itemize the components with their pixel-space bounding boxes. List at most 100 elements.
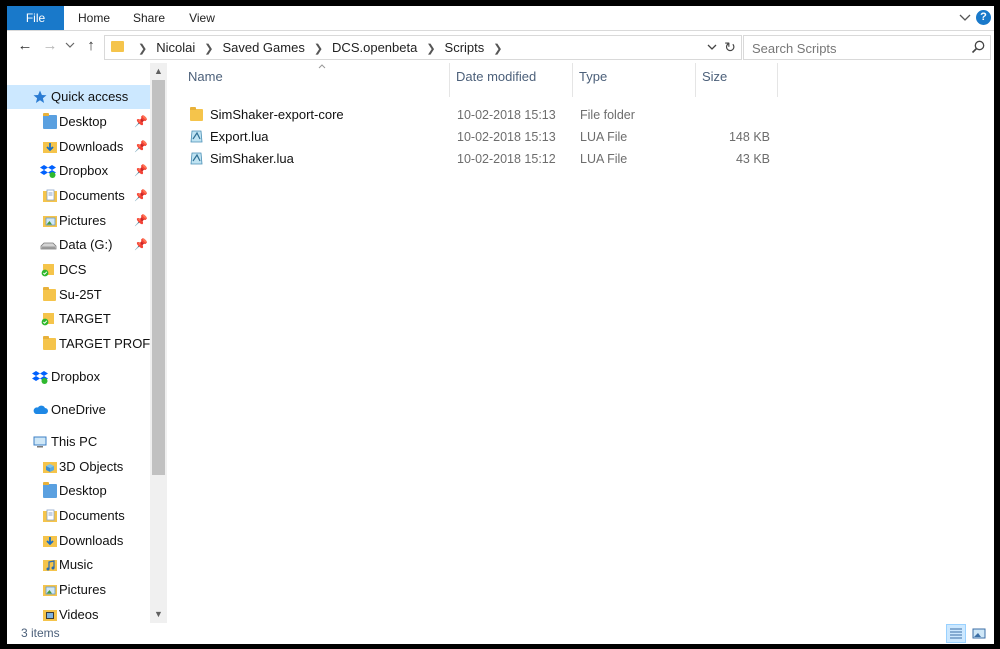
breadcrumb-item-dcs-openbeta[interactable]: DCS.openbeta xyxy=(332,40,417,55)
music-folder-icon xyxy=(43,560,57,571)
navigation-tree: Quick access Desktop 📌 Downloads 📌 Dropb… xyxy=(7,63,150,623)
file-row[interactable]: SimShaker.lua 10-02-2018 15:12 LUA File … xyxy=(189,148,789,170)
tab-share[interactable]: Share xyxy=(125,6,173,30)
address-bar[interactable]: ❯ Nicolai ❯ Saved Games ❯ DCS.openbeta ❯ Script… xyxy=(104,35,742,60)
folder-icon xyxy=(111,41,124,52)
address-row: ← → ↑ ❯ Nicolai ❯ Saved Games ❯ DCS.openbeta ❯… xyxy=(7,31,994,62)
nav-item-this-pc-pictures[interactable]: Pictures xyxy=(7,578,150,602)
nav-item-quick-access[interactable]: Quick access xyxy=(7,85,150,109)
column-header-name[interactable]: Name xyxy=(188,63,450,97)
nav-item-dropbox[interactable]: Dropbox xyxy=(7,365,150,389)
file-row[interactable]: Export.lua 10-02-2018 15:13 LUA File 148… xyxy=(189,126,789,148)
documents-folder-icon xyxy=(43,509,57,522)
file-row[interactable]: SimShaker-export-core 10-02-2018 15:13 F… xyxy=(189,104,789,126)
back-arrow-icon[interactable]: ← xyxy=(16,37,34,55)
column-divider[interactable] xyxy=(572,63,573,97)
pin-icon[interactable]: 📌 xyxy=(134,140,148,154)
pictures-folder-icon xyxy=(43,216,57,227)
item-count: 3 items xyxy=(21,626,60,640)
pin-icon[interactable]: 📌 xyxy=(134,164,148,178)
nav-item-this-pc-downloads[interactable]: Downloads xyxy=(7,529,150,553)
nav-item-videos[interactable]: Videos xyxy=(7,603,150,623)
column-header-date-modified[interactable]: Date modified xyxy=(456,63,571,97)
desktop-folder-icon xyxy=(43,113,57,129)
nav-item-dcs[interactable]: DCS xyxy=(7,258,150,282)
breadcrumb-chevron-icon[interactable]: ❯ xyxy=(204,43,213,55)
synced-folder-icon xyxy=(41,313,54,326)
search-box[interactable] xyxy=(743,35,991,60)
folder-icon xyxy=(190,107,203,121)
details-view-icon xyxy=(950,628,962,639)
details-view-button[interactable] xyxy=(946,624,966,643)
status-bar: 3 items xyxy=(7,623,994,644)
tab-file[interactable]: File xyxy=(7,6,64,30)
nav-item-onedrive[interactable]: OneDrive xyxy=(7,398,150,422)
help-icon[interactable]: ? xyxy=(976,10,991,25)
column-header-type[interactable]: Type xyxy=(579,63,694,97)
computer-icon xyxy=(33,436,47,448)
nav-item-downloads[interactable]: Downloads 📌 xyxy=(7,135,150,159)
up-arrow-icon[interactable]: ↑ xyxy=(82,37,100,55)
videos-folder-icon xyxy=(43,610,57,621)
search-icon[interactable] xyxy=(970,39,986,55)
column-divider[interactable] xyxy=(449,63,450,97)
column-header-size[interactable]: Size xyxy=(702,63,777,97)
navigation-scrollbar[interactable]: ▲ ▼ xyxy=(150,63,167,623)
column-divider[interactable] xyxy=(777,63,778,97)
ribbon: File Home Share View ? xyxy=(7,6,994,31)
pin-icon[interactable]: 📌 xyxy=(134,189,148,203)
breadcrumb-item-scripts[interactable]: Scripts xyxy=(445,40,485,55)
nav-item-dropbox-quick[interactable]: Dropbox 📌 xyxy=(7,159,150,183)
synced-folder-icon xyxy=(41,264,54,277)
breadcrumb-chevron-icon[interactable]: ❯ xyxy=(426,43,435,55)
breadcrumb-chevron-icon[interactable]: ❯ xyxy=(314,43,323,55)
pin-icon[interactable]: 📌 xyxy=(134,115,148,129)
forward-arrow-icon[interactable]: → xyxy=(41,37,59,55)
nav-item-pictures[interactable]: Pictures 📌 xyxy=(7,209,150,233)
pictures-folder-icon xyxy=(43,585,57,596)
nav-item-target-profiles[interactable]: TARGET PROFILES xyxy=(7,332,150,356)
nav-item-this-pc-desktop[interactable]: Desktop xyxy=(7,479,150,503)
lua-file-icon xyxy=(190,130,203,143)
address-history-dropdown-icon[interactable] xyxy=(705,40,719,54)
nav-item-music[interactable]: Music xyxy=(7,553,150,577)
breadcrumb-item-nicolai[interactable]: Nicolai xyxy=(156,40,195,55)
nav-item-this-pc[interactable]: This PC xyxy=(7,430,150,454)
nav-item-su-25t[interactable]: Su-25T xyxy=(7,283,150,307)
folder-icon xyxy=(43,287,56,301)
drive-icon xyxy=(40,242,57,250)
tab-home[interactable]: Home xyxy=(69,6,119,30)
scrollbar-thumb[interactable] xyxy=(152,80,165,475)
breadcrumb: ❯ Nicolai ❯ Saved Games ❯ DCS.openbeta ❯ Script… xyxy=(129,36,512,59)
breadcrumb-item-saved-games[interactable]: Saved Games xyxy=(222,40,304,55)
nav-item-3d-objects[interactable]: 3D Objects xyxy=(7,455,150,479)
3d-objects-folder-icon xyxy=(43,462,57,473)
nav-item-desktop[interactable]: Desktop 📌 xyxy=(7,110,150,134)
nav-item-documents[interactable]: Documents 📌 xyxy=(7,184,150,208)
documents-folder-icon xyxy=(43,189,57,202)
refresh-icon[interactable]: ↻ xyxy=(722,38,738,56)
scroll-up-icon[interactable]: ▲ xyxy=(150,63,167,80)
downloads-folder-icon xyxy=(43,142,57,153)
column-divider[interactable] xyxy=(695,63,696,97)
file-list-pane: Name Date modified Type Size SimShaker-e… xyxy=(167,63,994,623)
navigation-pane: Quick access Desktop 📌 Downloads 📌 Dropb… xyxy=(7,63,167,623)
breadcrumb-chevron-icon[interactable]: ❯ xyxy=(138,43,147,55)
pin-icon[interactable]: 📌 xyxy=(134,238,148,252)
star-icon xyxy=(33,90,47,103)
onedrive-cloud-icon xyxy=(33,405,48,414)
nav-item-data-drive[interactable]: Data (G:) 📌 xyxy=(7,233,150,257)
pin-icon[interactable]: 📌 xyxy=(134,214,148,228)
expand-ribbon-icon[interactable] xyxy=(958,11,972,25)
tab-view[interactable]: View xyxy=(179,6,225,30)
large-icons-view-icon xyxy=(972,628,986,639)
nav-item-target[interactable]: TARGET xyxy=(7,307,150,331)
breadcrumb-chevron-icon[interactable]: ❯ xyxy=(493,43,502,55)
scroll-down-icon[interactable]: ▼ xyxy=(150,606,167,623)
dropbox-icon xyxy=(40,165,56,178)
large-icons-view-button[interactable] xyxy=(969,624,989,643)
recent-locations-chevron-icon[interactable] xyxy=(65,41,75,49)
nav-item-this-pc-documents[interactable]: Documents xyxy=(7,504,150,528)
desktop-folder-icon xyxy=(43,482,57,498)
search-input[interactable] xyxy=(750,38,964,58)
